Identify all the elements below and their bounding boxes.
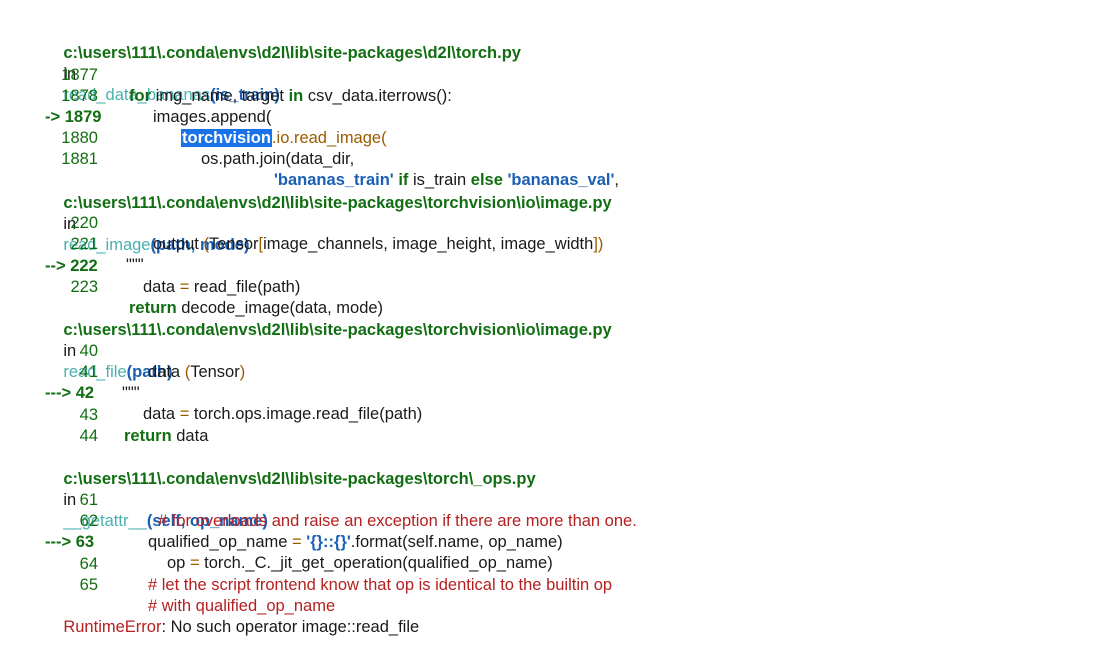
frame-file-path: c:\users\111\.conda\envs\d2l\lib\site-pa… [63,321,612,339]
code-token: read_file(path) [189,278,301,296]
current-line-marker: -> 1879 [45,108,102,126]
frame-file-path: c:\users\111\.conda\envs\d2l\lib\site-pa… [63,194,612,212]
line-number: 65 [79,576,98,594]
line-number: 1881 [61,150,98,168]
code-line: 65 # with qualified_op_name [0,554,336,615]
code-line: 62 qualified_op_name = '{}::{}'.format(s… [0,490,563,551]
code-token: torch._C._jit_get_operation(qualified_op… [199,554,553,572]
code-token: Tensor [190,363,240,381]
code-token: images.append( [153,108,272,126]
code-line: 221 """ [0,213,143,274]
code-token: image_channels, image_height, image_widt… [263,235,594,253]
code-text: """ [122,383,140,404]
code-token: = [179,405,190,423]
code-text: """ [126,255,144,276]
code-text: os.path.join(data_dir, [201,149,354,170]
code-text: data (Tensor) [148,362,245,383]
code-text: op = torch._C._jit_get_operation(qualifi… [167,553,553,574]
code-text: data = torch.ops.image.read_file(path) [143,404,422,425]
code-line: 44 [0,405,98,445]
code-line-current: --> 222 data = read_file(path) [0,235,300,296]
code-token: = [179,278,190,296]
code-line-current: ---> 42 data = torch.ops.image.read_file… [0,362,422,423]
code-token: ]) [593,235,604,253]
code-token: op [167,554,190,572]
code-text: for img_name, target in csv_data.iterrow… [129,86,452,107]
code-token: = [292,533,302,551]
code-token: data [148,363,185,381]
code-token: for [129,87,151,105]
current-line-marker: ---> 63 [45,533,95,551]
code-line: 223 return decode_image(data, mode) [0,256,383,317]
code-token: = [189,554,200,572]
error-line: RuntimeError: No such operator image::re… [45,596,419,636]
code-text: # for overloads and raise an exception i… [158,511,637,532]
code-text: return data [124,426,208,447]
code-token: data [143,278,180,296]
code-token: # let the script frontend know that op i… [148,576,613,594]
frame-header: c:\users\111\.conda\envs\d2l\lib\site-pa… [45,299,611,381]
code-token: return [124,427,172,445]
code-token: .format(self.name, op_name) [350,533,563,551]
code-token: img_name, target [151,87,289,105]
frame-file-path: c:\users\111\.conda\envs\d2l\lib\site-pa… [63,44,521,62]
code-line: 1880 os.path.join(data_dir, [0,107,354,168]
code-text: output (Tensor[image_channels, image_hei… [153,234,603,255]
code-line-current: -> 1879 torchvision.io.read_image( [0,86,387,147]
code-token: # for overloads and raise an exception i… [158,512,637,530]
code-token: '{}::{}' [306,533,351,551]
code-text: qualified_op_name = '{}::{}'.format(self… [148,532,563,553]
frame-header: c:\users\111\.conda\envs\d2l\lib\site-pa… [45,22,521,104]
code-token: os.path.join(data_dir, [201,150,355,168]
code-token: , [614,171,619,189]
line-number: 223 [70,278,98,296]
code-line: 41 """ [0,341,140,402]
code-line: 1878 images.append( [0,65,271,126]
error-message: : No such operator image::read_file [161,618,420,636]
code-line: 1881 'bananas_train' if is_train else 'b… [0,128,619,189]
selected-text: torchvision [181,129,272,147]
line-number: 44 [79,427,98,445]
code-token: data [171,427,209,445]
code-line: 61 # for overloads and raise an exceptio… [0,469,637,530]
current-line-marker: --> 222 [45,257,98,275]
code-line: 64 # let the script frontend know that o… [0,533,612,594]
code-token: qualified_op_name [148,533,293,551]
code-line-current: ---> 63 op = torch._C._jit_get_operation… [0,511,553,572]
code-text[interactable]: torchvision.io.read_image( [181,128,387,149]
code-token: csv_data.iterrows(): [303,87,452,105]
frame-file-path: c:\users\111\.conda\envs\d2l\lib\site-pa… [63,470,536,488]
frame-header: c:\users\111\.conda\envs\d2l\lib\site-pa… [45,448,535,530]
code-token: Tensor [208,235,259,253]
code-token: .io.read_image( [271,129,387,147]
code-line: 1877 for img_name, target in csv_data.it… [0,44,452,105]
code-line: 220 output (Tensor[image_channels, image… [0,192,603,253]
code-text: images.append( [153,107,271,128]
code-token: in [288,87,304,105]
code-token: """ [126,256,144,274]
error-type: RuntimeError [63,618,162,636]
code-line: 43 return data [0,384,209,445]
code-token: output [153,235,204,253]
code-line: 40 data (Tensor) [0,320,246,381]
code-token: ) [239,363,246,381]
frame-header: c:\users\111\.conda\envs\d2l\lib\site-pa… [45,172,611,254]
code-token: """ [122,384,140,402]
code-token: torch.ops.image.read_file(path) [189,405,423,423]
code-text: # let the script frontend know that op i… [148,575,612,596]
current-line-marker: ---> 42 [45,384,95,402]
code-token: data [143,405,180,423]
traceback-output: c:\users\111\.conda\envs\d2l\lib\site-pa… [0,0,1096,636]
code-text: data = read_file(path) [143,277,300,298]
